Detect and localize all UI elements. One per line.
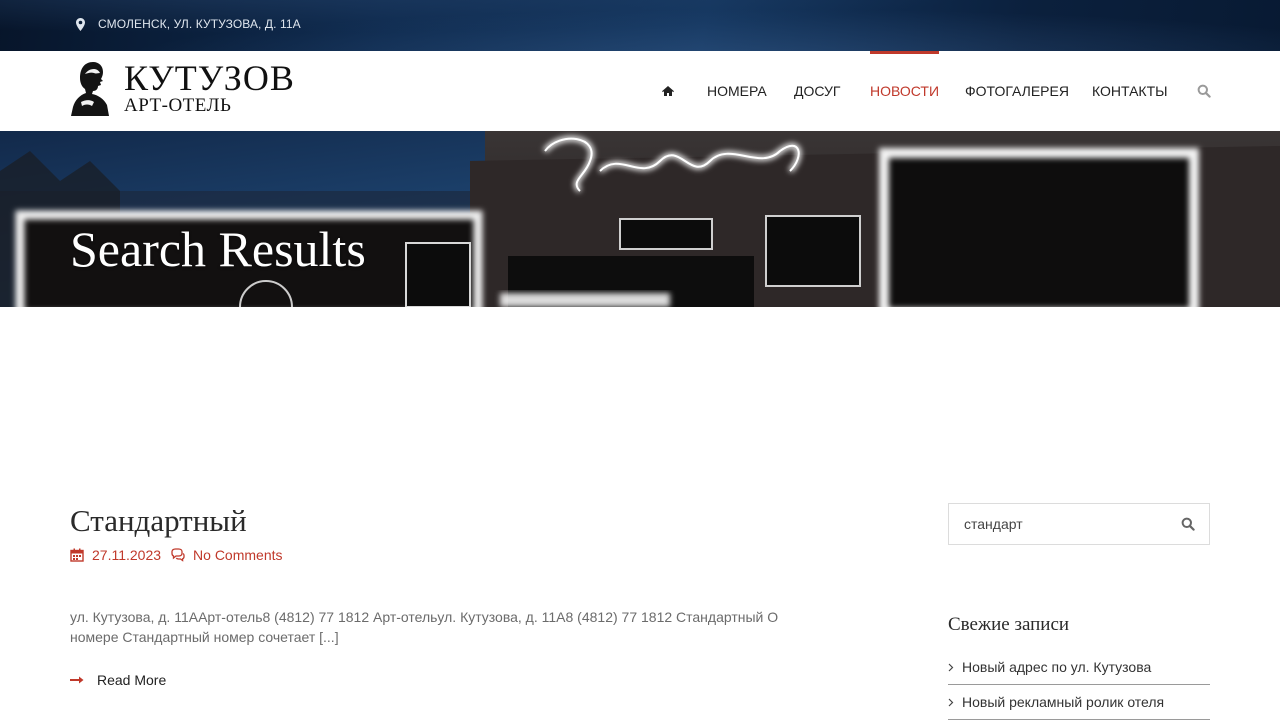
post-title[interactable]: Стандартный (70, 503, 247, 539)
address-text: СМОЛЕНСК, УЛ. КУТУЗОВА, Д. 11А (98, 17, 301, 31)
search-icon[interactable] (1181, 517, 1195, 531)
post-date[interactable]: 27.11.2023 (92, 547, 161, 563)
nav-leisure[interactable]: ДОСУГ (794, 51, 841, 131)
home-icon (662, 86, 674, 96)
nav-news[interactable]: НОВОСТИ (870, 51, 940, 131)
post-meta: 27.11.2023 No Comments (70, 547, 283, 563)
nav-gallery[interactable]: ФОТОГАЛЕРЕЯ (965, 51, 1069, 131)
page-banner: Search Results (0, 131, 1280, 307)
chevron-right-icon (948, 698, 954, 706)
read-more-link[interactable]: Read More (70, 672, 166, 688)
main-nav: НОМЕРА ДОСУГ НОВОСТИ ФОТОГАЛЕРЕЯ КОНТАКТ… (0, 51, 1280, 131)
post-excerpt: ул. Кутузова, д. 11ААрт-отель8 (4812) 77… (70, 609, 779, 645)
recent-post-item[interactable]: Новый рекламный ролик отеля (948, 685, 1210, 720)
nav-rooms[interactable]: НОМЕРА (707, 51, 767, 131)
recent-posts-list: Новый адрес по ул. Кутузова Новый реклам… (948, 650, 1210, 720)
recent-post-label: Новый адрес по ул. Кутузова (962, 659, 1152, 675)
hotel-facade-image (0, 131, 1280, 307)
search-icon (1197, 84, 1211, 98)
nav-home[interactable] (661, 51, 675, 131)
search-input[interactable] (949, 504, 1169, 544)
site-header: КУТУЗОВ АРТ-ОТЕЛЬ НОМЕРА ДОСУГ НОВОСТИ Ф… (0, 51, 1280, 131)
nav-contacts[interactable]: КОНТАКТЫ (1092, 51, 1168, 131)
address: СМОЛЕНСК, УЛ. КУТУЗОВА, Д. 11А (76, 17, 301, 31)
sidebar-search (948, 503, 1210, 545)
recent-post-label: Новый рекламный ролик отеля (962, 694, 1165, 710)
map-marker-icon (76, 17, 85, 31)
page-title: Search Results (70, 221, 366, 277)
top-info-bar: СМОЛЕНСК, УЛ. КУТУЗОВА, Д. 11А (0, 0, 1280, 51)
nav-search[interactable] (1197, 51, 1211, 131)
calendar-icon (70, 548, 84, 562)
arrow-right-icon (70, 676, 84, 684)
read-more-label: Read More (97, 672, 167, 688)
post-comments[interactable]: No Comments (193, 547, 282, 563)
chevron-right-icon (948, 663, 954, 671)
comments-icon (171, 548, 185, 562)
recent-posts-title: Свежие записи (948, 614, 1070, 635)
recent-post-item[interactable]: Новый адрес по ул. Кутузова (948, 650, 1210, 685)
